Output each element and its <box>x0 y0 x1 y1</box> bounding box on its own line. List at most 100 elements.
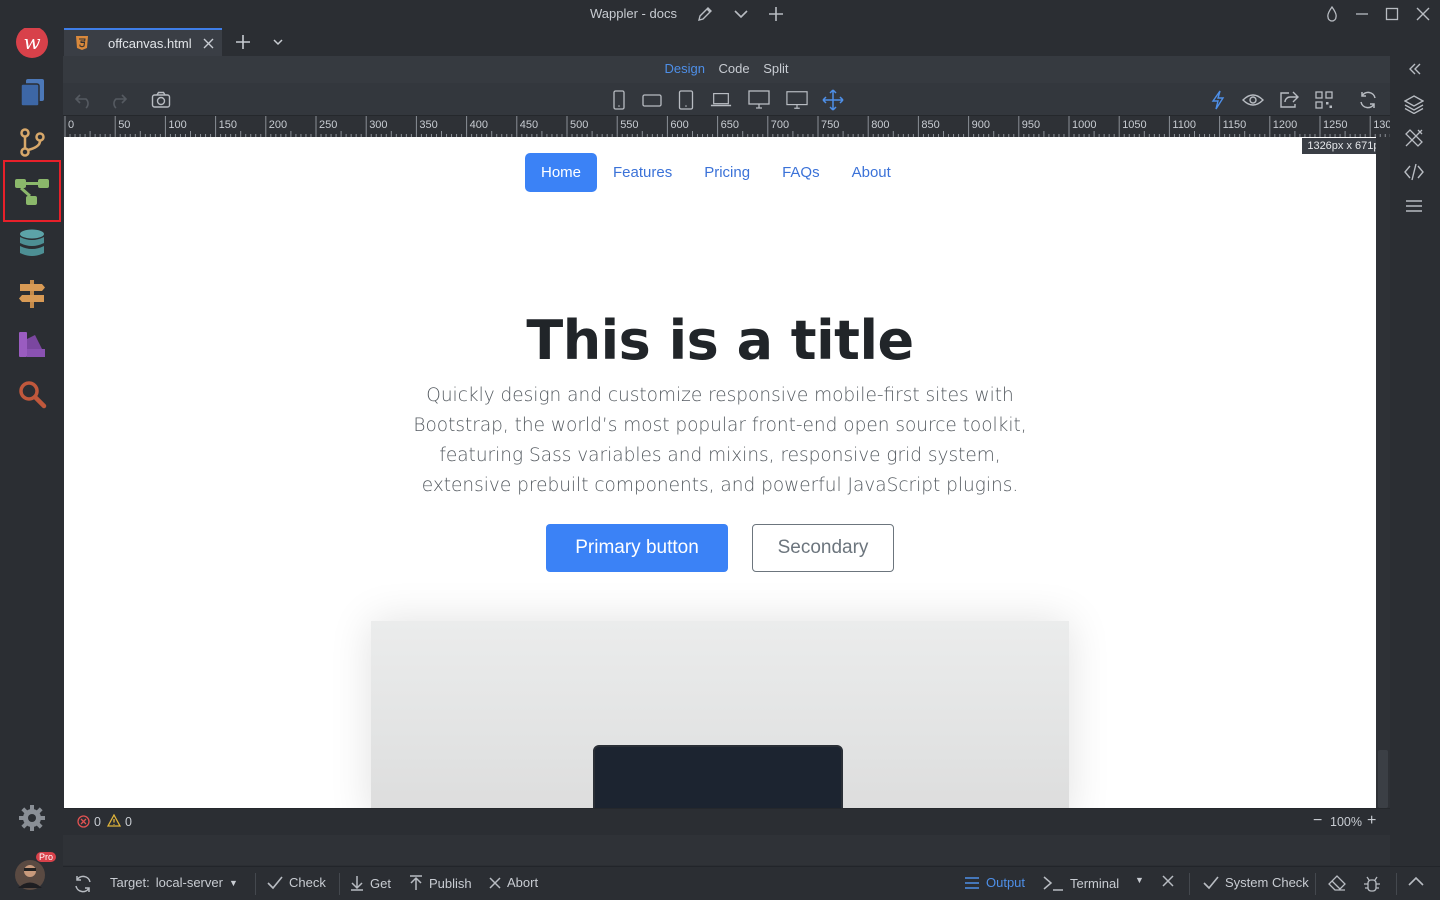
hero-image <box>371 621 1069 808</box>
screenshot-camera-icon[interactable] <box>150 89 172 111</box>
nav-pricing[interactable]: Pricing <box>688 153 766 192</box>
search-icon[interactable] <box>12 374 52 414</box>
divider <box>255 873 256 895</box>
qr-code-icon[interactable] <box>1313 89 1335 111</box>
nav-features[interactable]: Features <box>597 153 688 192</box>
system-check-button[interactable]: System Check <box>1203 875 1309 890</box>
code-brackets-icon[interactable] <box>1403 161 1425 183</box>
wappler-logo-icon[interactable]: w <box>12 22 52 62</box>
collapse-panel-chevrons-icon[interactable] <box>1404 58 1426 80</box>
device-phone-portrait-icon[interactable] <box>608 89 630 111</box>
device-tablet-icon[interactable] <box>675 89 697 111</box>
undo-icon[interactable] <box>73 89 95 111</box>
ruler-tick-label: 550 <box>620 119 638 131</box>
sync-icon[interactable] <box>73 875 93 893</box>
ruler-tick-label: 700 <box>771 119 789 131</box>
preview-eye-icon[interactable] <box>1242 89 1264 111</box>
secondary-button[interactable]: Secondary <box>752 524 894 572</box>
divider <box>1396 873 1397 895</box>
expand-panel-chevron-icon[interactable] <box>1408 875 1424 887</box>
minimize-icon[interactable] <box>1352 4 1372 24</box>
redo-icon[interactable] <box>107 89 129 111</box>
dynamic-events-lightning-icon[interactable] <box>1207 89 1229 111</box>
abort-button[interactable]: Abort <box>489 875 538 890</box>
warning-icon <box>106 813 122 830</box>
view-mode-bar: Design Code Split <box>63 56 1390 83</box>
user-avatar[interactable]: Pro <box>12 852 57 893</box>
bottom-bar: Target: local-server ▼ Check Get Publish… <box>63 866 1440 900</box>
ruler-tick-label: 1150 <box>1223 119 1247 131</box>
zoom-in-button[interactable]: + <box>1367 812 1376 830</box>
device-phone-landscape-icon[interactable] <box>641 89 663 111</box>
files-icon[interactable] <box>12 72 52 112</box>
open-in-browser-icon[interactable] <box>1278 89 1300 111</box>
nav-faqs[interactable]: FAQs <box>766 153 836 192</box>
ruler-tick-label: 850 <box>921 119 939 131</box>
ruler-tick-label: 600 <box>670 119 688 131</box>
close-panel-icon[interactable] <box>1162 875 1174 887</box>
ruler-tick-label: 650 <box>721 119 739 131</box>
nav-home[interactable]: Home <box>525 153 598 192</box>
target-selector[interactable]: Target: local-server ▼ <box>110 875 238 890</box>
get-button[interactable]: Get <box>350 875 391 891</box>
title-bar: Wappler - docs <box>0 0 1440 28</box>
mode-code[interactable]: Code <box>719 61 750 76</box>
git-icon[interactable] <box>12 122 52 162</box>
app-structure-icon[interactable] <box>3 160 61 222</box>
output-panel <box>63 835 1390 865</box>
terminal-label: Terminal <box>1070 875 1120 891</box>
edit-pencil-icon[interactable] <box>695 4 715 24</box>
terminal-dropdown-icon[interactable]: ▼ <box>1135 875 1144 885</box>
divider <box>1315 873 1316 895</box>
theme-drop-icon[interactable] <box>1322 4 1342 24</box>
maximize-icon[interactable] <box>1382 4 1402 24</box>
properties-lines-icon[interactable] <box>1403 195 1425 217</box>
tab-label: offcanvas.html <box>108 35 192 51</box>
refresh-icon[interactable] <box>1357 89 1379 111</box>
device-full-width-icon[interactable] <box>822 89 844 111</box>
output-tab[interactable]: Output <box>964 875 1025 890</box>
target-value: local-server <box>155 875 223 890</box>
close-window-icon[interactable] <box>1413 4 1433 24</box>
chevron-down-icon[interactable] <box>731 4 751 24</box>
design-canvas: Home Features Pricing FAQs About This is… <box>64 137 1376 808</box>
device-laptop-icon[interactable] <box>710 89 732 111</box>
warning-count[interactable]: 0 <box>125 815 132 829</box>
layers-icon[interactable] <box>1403 93 1425 115</box>
mode-split[interactable]: Split <box>763 61 788 76</box>
primary-button[interactable]: Primary button <box>546 524 728 572</box>
routing-icon[interactable] <box>12 274 52 314</box>
ruler-tick-label: 1000 <box>1072 119 1096 131</box>
error-count[interactable]: 0 <box>94 815 101 829</box>
ruler-tick-label: 1050 <box>1122 119 1146 131</box>
ruler-tick-label: 1300 <box>1373 119 1390 131</box>
close-tab-icon[interactable] <box>203 37 214 52</box>
device-desktop-icon[interactable] <box>748 89 770 111</box>
ruler-tick-label: 300 <box>369 119 387 131</box>
divider <box>1189 873 1190 895</box>
publish-button[interactable]: Publish <box>409 875 472 891</box>
database-icon[interactable] <box>12 224 52 264</box>
clear-eraser-icon[interactable] <box>1328 875 1346 891</box>
design-toolbar <box>63 83 1390 116</box>
scrollbar-thumb[interactable] <box>1378 750 1388 808</box>
tab-offcanvas[interactable]: offcanvas.html <box>64 28 222 56</box>
add-project-icon[interactable] <box>766 4 786 24</box>
right-panel-bar <box>1390 56 1440 866</box>
new-tab-icon[interactable] <box>235 34 251 53</box>
zoom-out-button[interactable]: − <box>1313 812 1322 830</box>
mode-design[interactable]: Design <box>664 61 704 76</box>
debug-bug-icon[interactable] <box>1363 875 1381 893</box>
settings-gear-icon[interactable] <box>12 798 52 838</box>
design-tools-icon[interactable] <box>1403 127 1425 149</box>
theme-manager-icon[interactable] <box>12 324 52 364</box>
device-large-desktop-icon[interactable] <box>786 89 808 111</box>
get-label: Get <box>370 875 391 891</box>
check-button[interactable]: Check <box>267 875 326 890</box>
page-navbar: Home Features Pricing FAQs About <box>525 153 907 192</box>
ruler-tick-label: 350 <box>419 119 437 131</box>
nav-about[interactable]: About <box>836 153 907 192</box>
tab-list-chevron-icon[interactable] <box>272 36 284 51</box>
canvas-scrollbar[interactable] <box>1376 137 1390 808</box>
terminal-tab[interactable]: Terminal <box>1042 875 1119 891</box>
